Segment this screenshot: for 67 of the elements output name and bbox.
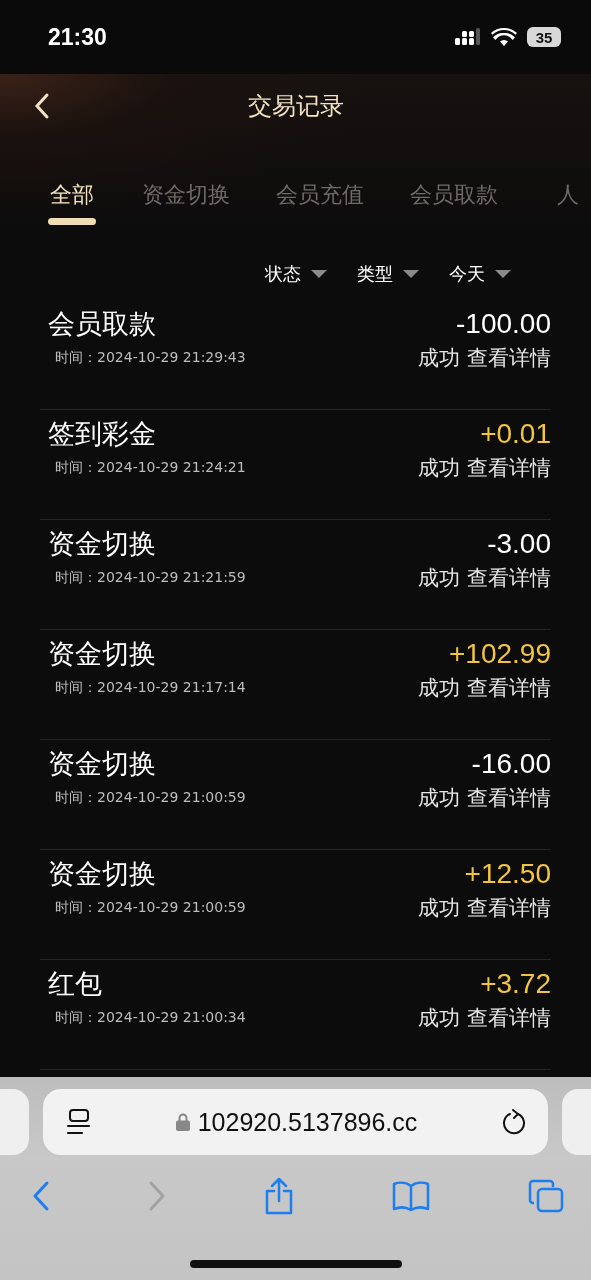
details-link[interactable]: 查看详情	[467, 894, 551, 922]
status-text: 成功	[418, 1005, 460, 1032]
transaction-time: 时间：2024-10-29 21:21:59	[54, 569, 246, 587]
transaction-time: 时间：2024-10-29 21:00:59	[54, 789, 246, 807]
status-text: 成功	[418, 675, 460, 702]
category-tab[interactable]: 资金切换	[142, 180, 230, 232]
transaction-time: 时间：2024-10-29 21:00:59	[54, 899, 246, 917]
tabs-button[interactable]	[528, 1179, 564, 1213]
dropdown-caret-icon	[403, 269, 419, 279]
wifi-icon	[491, 27, 517, 47]
tab-card[interactable]	[0, 1089, 29, 1155]
details-link[interactable]: 查看详情	[467, 1004, 551, 1032]
signal-icon	[455, 28, 481, 46]
details-link[interactable]: 查看详情	[467, 784, 551, 812]
reload-icon[interactable]	[502, 1109, 526, 1135]
address-bar[interactable]: 102920.5137896.cc	[43, 1089, 548, 1155]
status-text: 成功	[418, 455, 460, 482]
filter-dropdown[interactable]: 今天	[449, 262, 511, 286]
transaction-type: 红包	[48, 967, 102, 1001]
category-tab[interactable]: 人	[544, 180, 591, 232]
transaction-amount: +12.50	[464, 858, 551, 890]
transaction-type: 会员取款	[48, 307, 156, 341]
transaction-amount: +0.01	[480, 418, 551, 450]
transaction-amount: -3.00	[487, 528, 551, 560]
transaction-type: 资金切换	[48, 747, 156, 781]
page-menu-icon[interactable]	[67, 1109, 91, 1135]
back-icon	[32, 1180, 50, 1212]
details-link[interactable]: 查看详情	[467, 674, 551, 702]
details-link[interactable]: 查看详情	[467, 344, 551, 372]
dropdown-caret-icon	[495, 269, 511, 279]
url-text: 102920.5137896.cc	[197, 1107, 418, 1137]
transaction-amount: +3.72	[480, 968, 551, 1000]
transaction-time: 时间：2024-10-29 21:00:34	[54, 1009, 246, 1027]
filter-dropdown[interactable]: 类型	[357, 262, 419, 286]
filter-dropdown[interactable]: 状态	[265, 262, 327, 286]
transaction-type: 资金切换	[48, 527, 156, 561]
transaction-time: 时间：2024-10-29 21:29:43	[54, 349, 246, 367]
tab-card[interactable]	[562, 1089, 591, 1155]
transaction-type: 签到彩金	[48, 417, 156, 451]
details-link[interactable]: 查看详情	[467, 564, 551, 592]
battery-level: 35	[527, 27, 561, 47]
lock-icon	[175, 1113, 190, 1131]
transaction-amount: -100.00	[456, 308, 551, 340]
status-text: 成功	[418, 345, 460, 372]
tabs-icon	[528, 1179, 564, 1213]
status-text: 成功	[418, 895, 460, 922]
share-button[interactable]	[264, 1177, 294, 1215]
transaction-type: 资金切换	[48, 857, 156, 891]
forward-icon	[148, 1180, 166, 1212]
transaction-amount: -16.00	[471, 748, 551, 780]
transaction-amount: +102.99	[449, 638, 551, 670]
details-link[interactable]: 查看详情	[467, 454, 551, 482]
category-tab[interactable]: 会员取款	[410, 180, 498, 232]
status-text: 成功	[418, 565, 460, 592]
share-icon	[264, 1177, 294, 1215]
bookmarks-button[interactable]	[392, 1180, 430, 1212]
category-tab[interactable]: 会员充值	[276, 180, 364, 232]
clock-time: 21:30	[48, 23, 108, 51]
status-text: 成功	[418, 785, 460, 812]
transaction-time: 时间：2024-10-29 21:17:14	[54, 679, 246, 697]
dropdown-caret-icon	[311, 269, 327, 279]
transaction-type: 资金切换	[48, 637, 156, 671]
page-title: 交易记录	[247, 91, 344, 122]
category-tab[interactable]: 全部	[48, 180, 96, 232]
transaction-time: 时间：2024-10-29 21:24:21	[54, 459, 246, 477]
book-icon	[392, 1180, 430, 1212]
back-icon	[34, 92, 50, 120]
